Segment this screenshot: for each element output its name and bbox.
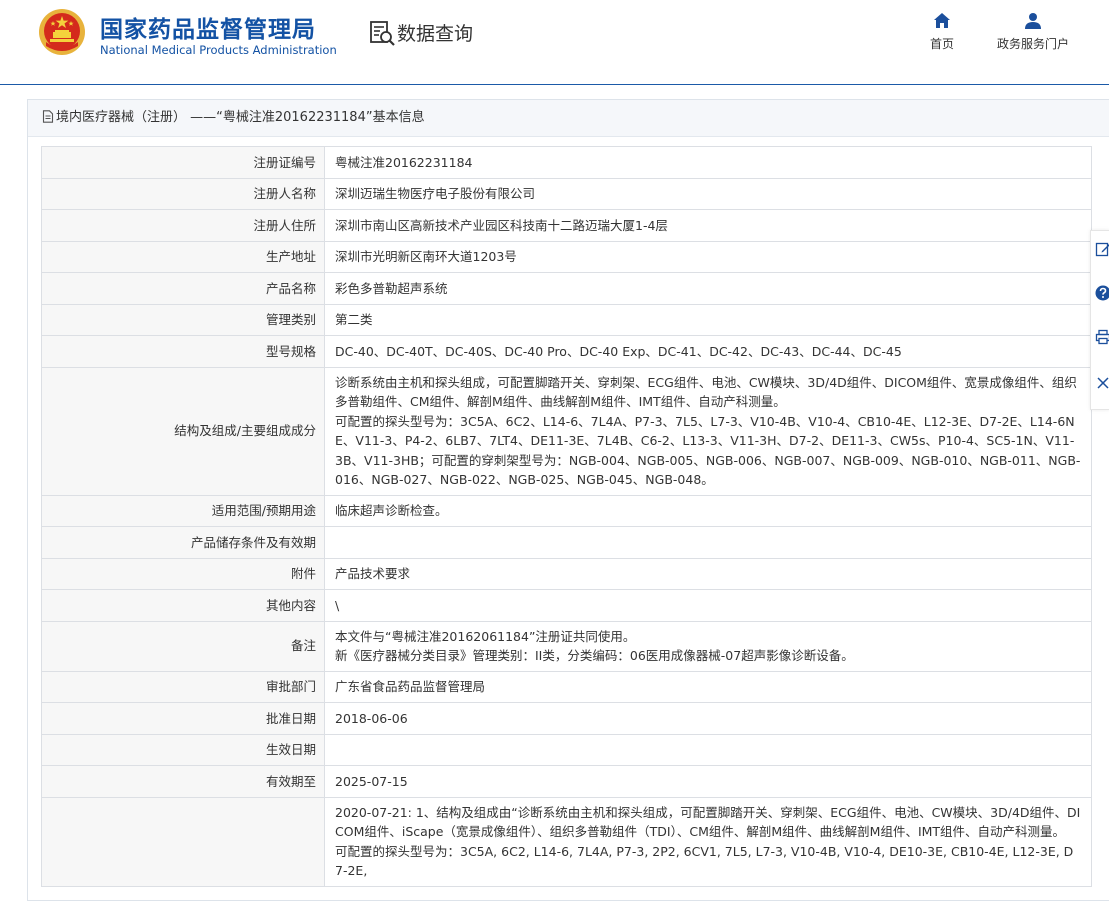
field-value-line: 可配置的探头型号为：3C5A、6C2、L14-6、7L4A、P7-3、7L5、L… (335, 412, 1081, 490)
field-value: 深圳市南山区高新技术产业园区科技南十二路迈瑞大厦1-4层 (325, 210, 1092, 242)
table-row: 结构及组成/主要组成成分 诊断系统由主机和探头组成，可配置脚踏开关、穿刺架、EC… (42, 367, 1092, 495)
table-row: 其他内容 \ (42, 590, 1092, 622)
field-value: \ (325, 590, 1092, 622)
field-label (42, 797, 325, 886)
field-value (325, 527, 1092, 559)
section-title: 数据查询 (397, 19, 473, 46)
table-row: 注册人住所 深圳市南山区高新技术产业园区科技南十二路迈瑞大厦1-4层 (42, 210, 1092, 242)
field-value: 2020-07-21: 1、结构及组成由“诊断系统由主机和探头组成，可配置脚踏开… (325, 797, 1092, 886)
table-row: 2020-07-21: 1、结构及组成由“诊断系统由主机和探头组成，可配置脚踏开… (42, 797, 1092, 886)
field-label: 批准日期 (42, 703, 325, 735)
field-label: 型号规格 (42, 336, 325, 368)
table-row: 型号规格 DC-40、DC-40T、DC-40S、DC-40 Pro、DC-40… (42, 336, 1092, 368)
table-row: 管理类别 第二类 (42, 304, 1092, 336)
field-value (325, 734, 1092, 766)
field-value: 临床超声诊断检查。 (325, 495, 1092, 527)
table-row: 审批部门 广东省食品药品监督管理局 (42, 671, 1092, 703)
field-value-line: 诊断系统由主机和探头组成，可配置脚踏开关、穿刺架、ECG组件、电池、CW模块、3… (335, 373, 1081, 412)
field-label: 生效日期 (42, 734, 325, 766)
field-label: 产品储存条件及有效期 (42, 527, 325, 559)
home-icon (933, 12, 951, 29)
table-row: 备注 本文件与“粤械注准20162061184”注册证共同使用。 新《医疗器械分… (42, 621, 1092, 671)
table-row: 批准日期 2018-06-06 (42, 703, 1092, 735)
field-label: 注册证编号 (42, 147, 325, 179)
data-query-icon (368, 19, 396, 47)
side-toolbar (1090, 230, 1109, 410)
field-label: 备注 (42, 621, 325, 671)
nav-service-portal[interactable]: 政务服务门户 (990, 12, 1076, 52)
field-label: 注册人名称 (42, 178, 325, 210)
nav-portal-label: 政务服务门户 (997, 37, 1069, 51)
field-value: 深圳迈瑞生物医疗电子股份有限公司 (325, 178, 1092, 210)
field-value: DC-40、DC-40T、DC-40S、DC-40 Pro、DC-40 Exp、… (325, 336, 1092, 368)
field-label: 注册人住所 (42, 210, 325, 242)
logo-title-cn: 国家药品监督管理局 (100, 10, 316, 44)
table-row: 注册人名称 深圳迈瑞生物医疗电子股份有限公司 (42, 178, 1092, 210)
field-label: 其他内容 (42, 590, 325, 622)
table-row: 附件 产品技术要求 (42, 558, 1092, 590)
field-label: 产品名称 (42, 273, 325, 305)
table-row: 注册证编号 粤械注准20162231184 (42, 147, 1092, 179)
field-label: 生产地址 (42, 241, 325, 273)
field-value-line: 2020-07-21: 1、结构及组成由“诊断系统由主机和探头组成，可配置脚踏开… (335, 803, 1081, 842)
field-label: 适用范围/预期用途 (42, 495, 325, 527)
nav-home-label: 首页 (930, 37, 954, 51)
field-value-line: 可配置的探头型号为：3C5A, 6C2, L14-6, 7L4A, P7-3, … (335, 842, 1081, 881)
field-value: 本文件与“粤械注准20162061184”注册证共同使用。 新《医疗器械分类目录… (325, 621, 1092, 671)
header-divider (0, 84, 1109, 85)
logo-title-en: National Medical Products Administration (100, 43, 337, 57)
field-value: 彩色多普勒超声系统 (325, 273, 1092, 305)
document-icon (42, 110, 54, 123)
table-row: 生效日期 (42, 734, 1092, 766)
info-table: 注册证编号 粤械注准20162231184 注册人名称 深圳迈瑞生物医疗电子股份… (41, 146, 1092, 887)
table-row: 产品储存条件及有效期 (42, 527, 1092, 559)
panel-header: 境内医疗器械（注册） ——“粤械注准20162231184”基本信息 (28, 100, 1109, 137)
field-label: 管理类别 (42, 304, 325, 336)
field-value: 2018-06-06 (325, 703, 1092, 735)
panel-title: 境内医疗器械（注册） ——“粤械注准20162231184”基本信息 (56, 110, 425, 125)
field-value: 产品技术要求 (325, 558, 1092, 590)
field-value: 粤械注准20162231184 (325, 147, 1092, 179)
field-label: 附件 (42, 558, 325, 590)
national-emblem-icon (38, 8, 86, 56)
table-row: 有效期至 2025-07-15 (42, 766, 1092, 798)
site-header: 国家药品监督管理局 National Medical Products Admi… (0, 0, 1109, 84)
edit-icon[interactable] (1095, 241, 1109, 257)
field-value: 2025-07-15 (325, 766, 1092, 798)
field-value-line: 新《医疗器械分类目录》管理类别：II类，分类编码：06医用成像器械-07超声影像… (335, 646, 1081, 666)
field-label: 有效期至 (42, 766, 325, 798)
field-value: 第二类 (325, 304, 1092, 336)
table-row: 生产地址 深圳市光明新区南环大道1203号 (42, 241, 1092, 273)
field-value: 诊断系统由主机和探头组成，可配置脚踏开关、穿刺架、ECG组件、电池、CW模块、3… (325, 367, 1092, 495)
user-icon (1024, 12, 1042, 29)
field-value: 广东省食品药品监督管理局 (325, 671, 1092, 703)
help-icon[interactable] (1095, 285, 1109, 301)
table-row: 适用范围/预期用途 临床超声诊断检查。 (42, 495, 1092, 527)
nav-home[interactable]: 首页 (922, 12, 962, 52)
table-row: 产品名称 彩色多普勒超声系统 (42, 273, 1092, 305)
field-label: 审批部门 (42, 671, 325, 703)
detail-panel: 境内医疗器械（注册） ——“粤械注准20162231184”基本信息 注册证编号… (27, 99, 1109, 901)
close-icon[interactable] (1095, 375, 1109, 391)
field-label: 结构及组成/主要组成成分 (42, 367, 325, 495)
field-value: 深圳市光明新区南环大道1203号 (325, 241, 1092, 273)
field-value-line: 本文件与“粤械注准20162061184”注册证共同使用。 (335, 627, 1081, 647)
print-icon[interactable] (1095, 329, 1109, 345)
